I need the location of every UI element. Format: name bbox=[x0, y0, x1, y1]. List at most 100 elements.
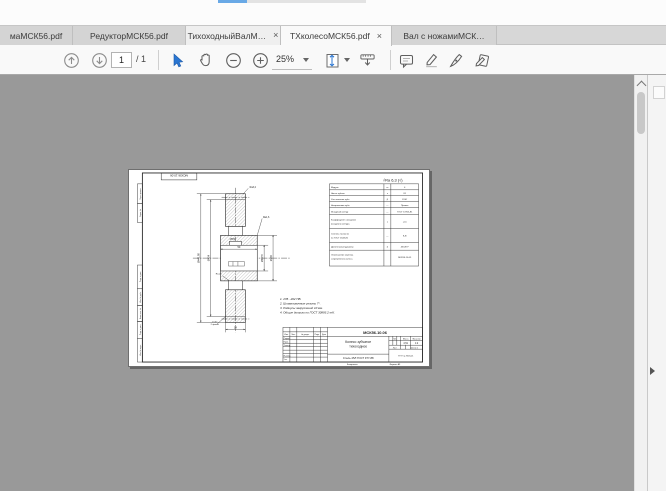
svg-text:Пров.: Пров. bbox=[284, 342, 289, 344]
tab-valsnozhami[interactable]: Вал с ножамиМСК… bbox=[392, 26, 497, 45]
svg-text:Колесо зубчатое: Колесо зубчатое bbox=[345, 340, 371, 344]
tab-close-icon[interactable]: × bbox=[273, 31, 278, 40]
highlighter-icon bbox=[423, 52, 440, 69]
margin-labels: Перв. примен. Справ. № Подп. и дата Инв.… bbox=[139, 187, 142, 355]
comment-tool-button[interactable] bbox=[398, 52, 415, 69]
previous-page-button[interactable] bbox=[63, 52, 80, 69]
svg-text:Утв.: Утв. bbox=[284, 359, 288, 361]
svg-text:8-В: 8-В bbox=[403, 236, 407, 238]
svg-text:Делительный диаметр: Делительный диаметр bbox=[331, 246, 354, 249]
top-accent-track bbox=[247, 0, 366, 3]
svg-text:Перв. примен.: Перв. примен. bbox=[140, 187, 142, 199]
minus-circle-icon bbox=[225, 52, 242, 69]
svg-text:Формат А3: Формат А3 bbox=[389, 363, 401, 366]
svg-text:1. 235...262 НВ.: 1. 235...262 НВ. bbox=[280, 297, 302, 301]
svg-text:Взам. инв. №: Взам. инв. № bbox=[139, 308, 142, 319]
svg-text:4: 4 bbox=[404, 187, 406, 189]
svg-text:Угол наклона зуба: Угол наклона зуба bbox=[331, 199, 350, 201]
svg-text:Н.контр.: Н.контр. bbox=[284, 355, 292, 357]
tab-label: РедукторМСК56.pdf bbox=[90, 31, 168, 41]
vertical-scrollbar[interactable] bbox=[634, 75, 647, 491]
fit-width-button[interactable] bbox=[359, 52, 376, 69]
svg-text:Т.контр.: Т.контр. bbox=[284, 345, 291, 347]
zoom-level-value[interactable]: 25% bbox=[276, 54, 294, 64]
svg-text:4. Общие допуски по ГОСТ 30893: 4. Общие допуски по ГОСТ 30893.2-mK. bbox=[280, 311, 335, 315]
general-roughness: √Ra 6,3 (√) bbox=[383, 177, 403, 182]
svg-text:Направление зуба: Направление зуба bbox=[331, 205, 350, 207]
svg-text:81: 81 bbox=[404, 193, 407, 195]
tab-mamck56[interactable]: маМСК56.pdf bbox=[0, 26, 73, 45]
next-page-button[interactable] bbox=[91, 52, 108, 69]
gear-parameter-table: Модуль Число зубьев Угол наклона зуба На… bbox=[329, 184, 418, 266]
svg-text:Лист: Лист bbox=[393, 347, 397, 349]
svg-text:Ø441,98: Ø441,98 bbox=[196, 253, 200, 263]
toolbar-separator bbox=[158, 50, 159, 70]
svg-text:Число зубьев: Число зубьев bbox=[331, 193, 345, 195]
svg-text:ТГТУ гр. МСК-21: ТГТУ гр. МСК-21 bbox=[398, 356, 413, 358]
tab-label: Вал с ножамиМСК… bbox=[403, 31, 484, 41]
svg-text:Масштаб: Масштаб bbox=[413, 339, 421, 341]
fill-sign-tool-button[interactable] bbox=[474, 52, 491, 69]
svg-text:433,977: 433,977 bbox=[401, 247, 410, 249]
plus-circle-icon bbox=[252, 52, 269, 69]
page-display-caret-icon[interactable] bbox=[344, 58, 350, 62]
svg-text:z: z bbox=[387, 193, 388, 195]
scrollbar-thumb[interactable] bbox=[637, 92, 645, 134]
svg-text:3. Радиусы закруглений 10 мм.: 3. Радиусы закруглений 10 мм. bbox=[280, 306, 323, 310]
tab-label: ТХколесоМСК56.pdf bbox=[290, 31, 370, 41]
tools-panel-rail[interactable] bbox=[647, 75, 666, 491]
comment-bubble-icon bbox=[398, 52, 415, 69]
toolbar-separator bbox=[390, 50, 391, 70]
hand-tool-button[interactable] bbox=[197, 52, 214, 69]
tab-close-icon[interactable]: × bbox=[377, 32, 382, 41]
page-number-input[interactable]: 1 bbox=[111, 52, 132, 68]
svg-text:по ГОСТ 1643-81: по ГОСТ 1643-81 bbox=[331, 238, 349, 240]
zoom-out-button[interactable] bbox=[225, 52, 242, 69]
tools-panel-button[interactable] bbox=[653, 86, 665, 99]
pdf-page[interactable]: МСК56.10.06 Перв. примен. Справ. № Подп.… bbox=[128, 169, 430, 367]
tab-bar: маМСК56.pdf РедукторМСК56.pdf Тихоходный… bbox=[0, 25, 666, 45]
tab-tihohodnyval[interactable]: ТихоходныйВалМ… × bbox=[186, 26, 281, 45]
expand-panel-arrow-icon[interactable] bbox=[650, 367, 655, 375]
top-accent-bar bbox=[218, 0, 247, 3]
tab-thkolesomck56[interactable]: ТХколесоМСК56.pdf × bbox=[281, 26, 392, 46]
page-display-button[interactable] bbox=[324, 52, 341, 69]
svg-text:Сталь 45Л ГОСТ 977-88: Сталь 45Л ГОСТ 977-88 bbox=[343, 356, 374, 360]
svg-text:МСК56.10.05: МСК56.10.05 bbox=[398, 257, 412, 259]
zoom-dropdown-caret-icon[interactable] bbox=[303, 58, 309, 62]
svg-text:сопряжённого колеса: сопряжённого колеса bbox=[331, 259, 353, 261]
svg-text:Подп.: Подп. bbox=[315, 334, 320, 336]
svg-text:Ø90H7: Ø90H7 bbox=[260, 253, 264, 262]
highlight-tool-button[interactable] bbox=[423, 52, 440, 69]
svg-text:Исходный контур: Исходный контур bbox=[331, 210, 349, 213]
sheet-footer: Копировал Формат А3 bbox=[347, 363, 401, 366]
hand-icon bbox=[197, 52, 214, 69]
svg-text:m: m bbox=[386, 187, 388, 189]
tab-reduktormck56[interactable]: РедукторМСК56.pdf bbox=[73, 26, 186, 45]
svg-text:4,51: 4,51 bbox=[403, 342, 408, 345]
svg-text:β: β bbox=[387, 199, 389, 201]
page-display-icon bbox=[324, 52, 341, 69]
svg-text:-0,5: -0,5 bbox=[403, 222, 408, 224]
zoom-in-button[interactable] bbox=[252, 52, 269, 69]
sign-tool-button[interactable] bbox=[448, 52, 465, 69]
svg-text:14: 14 bbox=[234, 326, 237, 330]
svg-text:Изм.: Изм. bbox=[284, 334, 288, 336]
svg-text:Инв. № подл.: Инв. № подл. bbox=[139, 344, 142, 356]
svg-text:Справ. №: Справ. № bbox=[139, 209, 142, 217]
stamp-pen-icon bbox=[474, 52, 491, 69]
select-tool-button[interactable] bbox=[169, 52, 186, 69]
svg-text:Подп. и дата: Подп. и дата bbox=[140, 325, 142, 335]
svg-text:Ø424: Ø424 bbox=[206, 254, 210, 261]
svg-text:Масса: Масса bbox=[403, 339, 410, 341]
arrow-down-circle-icon bbox=[91, 52, 108, 69]
svg-text:—: — bbox=[386, 211, 389, 213]
technical-drawing: МСК56.10.06 Перв. примен. Справ. № Подп.… bbox=[129, 170, 429, 366]
arrow-up-circle-icon bbox=[63, 52, 80, 69]
svg-text:2. Штамповочные уклоны 7°.: 2. Штамповочные уклоны 7°. bbox=[279, 302, 321, 306]
svg-text:Коэффициент смещения: Коэффициент смещения bbox=[331, 219, 357, 222]
svg-text:тихоходное: тихоходное bbox=[349, 345, 367, 349]
svg-text:МСК56.10.06: МСК56.10.06 bbox=[170, 173, 188, 177]
cursor-arrow-icon bbox=[169, 52, 186, 69]
svg-text:Правое: Правое bbox=[401, 205, 409, 207]
